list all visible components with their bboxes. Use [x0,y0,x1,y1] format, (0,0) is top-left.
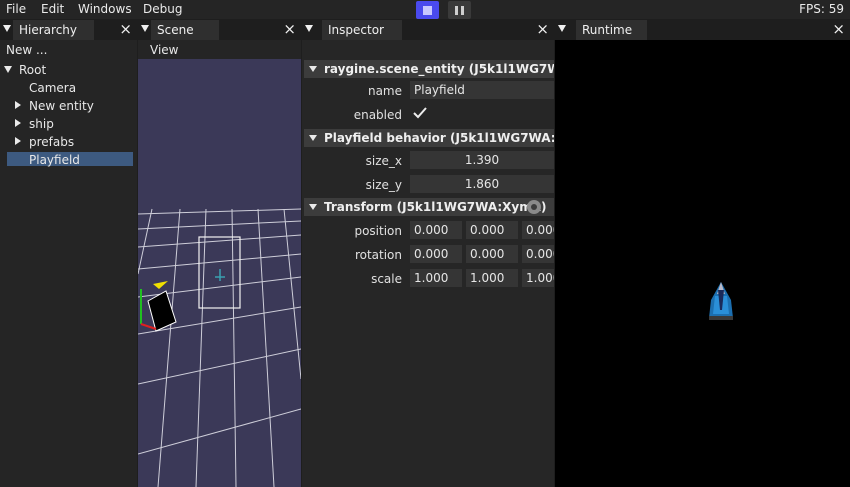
scale-label: scale [371,272,402,286]
menu-edit[interactable]: Edit [41,2,64,16]
expand-ship-icon[interactable] [15,119,21,127]
position-label: position [354,224,402,238]
pause-button[interactable] [448,1,471,19]
expand-prefabs-icon[interactable] [15,137,21,145]
section-collapse-icon[interactable] [309,204,317,210]
camera-gizmo [140,281,177,332]
section-collapse-icon[interactable] [309,66,317,72]
close-icon[interactable]: × [283,20,296,38]
gear-icon[interactable] [527,200,541,214]
transform-header[interactable]: Transform (J5k1l1WG7WA:XymR) [304,198,554,216]
close-icon[interactable]: × [832,20,845,38]
close-icon[interactable]: × [119,20,132,38]
section-title: Playfield behavior (J5k1l1WG7WA:JN7N) [324,131,554,145]
scale-y-field[interactable]: 1.000 [466,269,518,287]
runtime-tab-bar: Runtime × [555,19,850,40]
runtime-viewport[interactable] [555,40,850,487]
tree-item-camera[interactable]: Camera [29,81,76,95]
fps-counter: FPS: 59 [799,2,844,16]
scene-panel: Scene × View [138,19,301,487]
scene-entity-header[interactable]: raygine.scene_entity (J5k1l1WG7WA:Qibz) [304,60,554,78]
rotation-x-field[interactable]: 0.000 [410,245,462,263]
collapse-arrow-icon[interactable] [305,25,313,32]
position-y-field[interactable]: 0.000 [466,221,518,239]
collapse-arrow-icon[interactable] [3,25,11,32]
inspector-tab-bar: Inspector × [302,19,554,40]
menu-bar: File Edit Windows Debug FPS: 59 [0,0,850,19]
ship-sprite [709,282,733,320]
name-label: name [367,84,402,98]
scene-viewport[interactable] [138,59,301,487]
hierarchy-panel: Hierarchy × New ... Root Camera New enti… [0,19,137,487]
tab-inspector[interactable]: Inspector [322,20,402,40]
new-entity-button[interactable]: New ... [6,43,47,57]
inspector-panel: Inspector × raygine.scene_entity (J5k1l1… [302,19,554,487]
scale-z-field[interactable]: 1.000 [522,269,554,287]
scene-grid [138,208,301,487]
tree-item-playfield[interactable]: Playfield [29,153,80,167]
tab-scene[interactable]: Scene [151,20,219,40]
inspector-content: raygine.scene_entity (J5k1l1WG7WA:Qibz) … [302,40,554,487]
tree-item-prefabs[interactable]: prefabs [29,135,74,149]
position-x-field[interactable]: 0.000 [410,221,462,239]
scene-tab-bar: Scene × [138,19,301,40]
size-y-field[interactable]: 1.860 [410,175,554,193]
expand-root-icon[interactable] [4,66,12,73]
size-x-field[interactable]: 1.390 [410,151,554,169]
collapse-arrow-icon[interactable] [558,25,566,32]
close-icon[interactable]: × [536,20,549,38]
section-collapse-icon[interactable] [309,135,317,141]
size-y-label: size_y [365,178,402,192]
expand-new-entity-icon[interactable] [15,101,21,109]
size-x-label: size_x [365,154,402,168]
transform-gizmo [215,269,225,281]
hierarchy-tab-bar: Hierarchy × [0,19,137,40]
pause-icon [455,6,464,15]
tree-item-root[interactable]: Root [19,63,46,77]
menu-debug[interactable]: Debug [143,2,182,16]
rotation-label: rotation [354,248,402,262]
tree-item-ship[interactable]: ship [29,117,54,131]
runtime-panel: Runtime × [555,19,850,487]
tab-runtime[interactable]: Runtime [576,20,647,40]
playfield-behavior-header[interactable]: Playfield behavior (J5k1l1WG7WA:JN7N) [304,129,554,147]
tab-hierarchy[interactable]: Hierarchy [13,20,94,40]
checkmark-icon[interactable] [412,105,428,121]
position-z-field[interactable]: 0.000 [522,221,554,239]
enabled-label: enabled [353,108,402,122]
rotation-z-field[interactable]: 0.000 [522,245,554,263]
rotation-y-field[interactable]: 0.000 [466,245,518,263]
stop-icon [423,6,432,15]
tree-item-new-entity[interactable]: New entity [29,99,94,113]
section-title: Transform (J5k1l1WG7WA:XymR) [324,200,547,214]
scale-x-field[interactable]: 1.000 [410,269,462,287]
menu-windows[interactable]: Windows [78,2,132,16]
section-title: raygine.scene_entity (J5k1l1WG7WA:Qibz) [324,62,554,76]
name-field[interactable]: Playfield [410,81,554,99]
scene-view-menu[interactable]: View [150,43,178,57]
stop-button[interactable] [416,1,439,19]
collapse-arrow-icon[interactable] [141,25,149,32]
menu-file[interactable]: File [6,2,26,16]
